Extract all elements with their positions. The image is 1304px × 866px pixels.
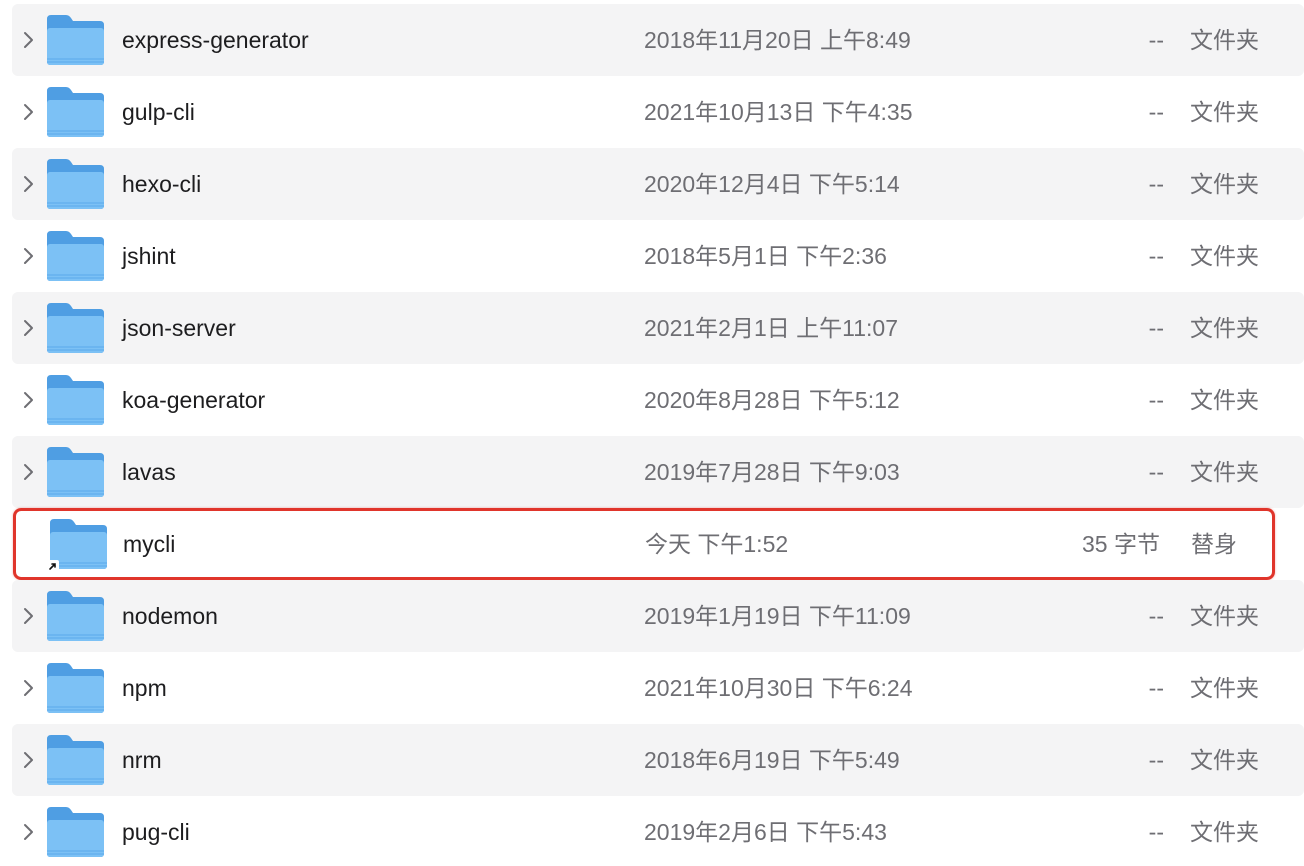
file-kind: 文件夹 [1190, 675, 1259, 701]
folder-icon [47, 735, 104, 785]
file-row-json-server[interactable]: json-server 2021年2月1日 上午11:07 -- 文件夹 [12, 292, 1304, 364]
file-name: nrm [122, 747, 162, 773]
file-name: gulp-cli [122, 99, 195, 125]
file-size: -- [1148, 459, 1164, 485]
folder-icon [47, 663, 104, 713]
folder-icon [47, 303, 104, 353]
file-size: -- [1148, 27, 1164, 53]
file-kind: 文件夹 [1190, 27, 1259, 53]
folder-icon [47, 375, 104, 425]
disclosure-chevron-icon[interactable] [22, 30, 36, 50]
disclosure-chevron-icon[interactable] [22, 390, 36, 410]
file-row-npm[interactable]: npm 2021年10月30日 下午6:24 -- 文件夹 [12, 652, 1304, 724]
file-row-express-generator[interactable]: express-generator 2018年11月20日 上午8:49 -- 文件夹 [12, 4, 1304, 76]
file-name: express-generator [122, 27, 309, 53]
disclosure-chevron-icon[interactable] [22, 246, 36, 266]
alias-arrow-icon [47, 560, 59, 572]
disclosure-chevron-icon[interactable] [22, 678, 36, 698]
folder-icon [47, 15, 104, 65]
file-kind: 文件夹 [1190, 603, 1259, 629]
file-name: koa-generator [122, 387, 266, 413]
file-name: pug-cli [122, 819, 190, 845]
folder-icon [47, 159, 104, 209]
file-size: -- [1148, 315, 1164, 341]
file-date-modified: 2020年12月4日 下午5:14 [644, 171, 900, 197]
file-date-modified: 2018年6月19日 下午5:49 [644, 747, 900, 773]
file-row-mycli[interactable]: mycli 今天 下午1:52 35 字节 替身 [13, 508, 1275, 580]
file-kind: 文件夹 [1190, 99, 1259, 125]
file-date-modified: 2018年11月20日 上午8:49 [644, 27, 911, 53]
file-date-modified: 2018年5月1日 下午2:36 [644, 243, 887, 269]
file-kind: 文件夹 [1190, 243, 1259, 269]
file-kind: 文件夹 [1190, 747, 1259, 773]
finder-file-list: express-generator 2018年11月20日 上午8:49 -- 文件夹… [0, 0, 1304, 866]
file-size: -- [1148, 819, 1164, 845]
disclosure-chevron-icon[interactable] [22, 102, 36, 122]
folder-icon [47, 807, 104, 857]
file-size: 35 字节 [1082, 531, 1160, 557]
file-kind: 文件夹 [1190, 819, 1259, 845]
disclosure-chevron-icon[interactable] [22, 606, 36, 626]
file-size: -- [1148, 243, 1164, 269]
file-kind: 文件夹 [1190, 315, 1259, 341]
file-size: -- [1148, 171, 1164, 197]
file-name: mycli [123, 531, 176, 557]
file-row-jshint[interactable]: jshint 2018年5月1日 下午2:36 -- 文件夹 [12, 220, 1304, 292]
file-row-koa-generator[interactable]: koa-generator 2020年8月28日 下午5:12 -- 文件夹 [12, 364, 1304, 436]
file-size: -- [1148, 603, 1164, 629]
file-size: -- [1148, 99, 1164, 125]
file-kind: 文件夹 [1190, 387, 1259, 413]
file-size: -- [1148, 675, 1164, 701]
disclosure-chevron-icon[interactable] [22, 750, 36, 770]
file-date-modified: 今天 下午1:52 [645, 531, 789, 557]
file-name: jshint [122, 243, 176, 269]
file-kind: 文件夹 [1190, 171, 1259, 197]
disclosure-chevron-icon[interactable] [22, 318, 36, 338]
folder-icon [47, 591, 104, 641]
file-size: -- [1148, 747, 1164, 773]
file-date-modified: 2020年8月28日 下午5:12 [644, 387, 900, 413]
disclosure-chevron-icon[interactable] [22, 174, 36, 194]
file-date-modified: 2019年2月6日 下午5:43 [644, 819, 887, 845]
file-row-hexo-cli[interactable]: hexo-cli 2020年12月4日 下午5:14 -- 文件夹 [12, 148, 1304, 220]
folder-icon [47, 231, 104, 281]
folder-icon [47, 447, 104, 497]
file-row-lavas[interactable]: lavas 2019年7月28日 下午9:03 -- 文件夹 [12, 436, 1304, 508]
file-row-gulp-cli[interactable]: gulp-cli 2021年10月13日 下午4:35 -- 文件夹 [12, 76, 1304, 148]
folder-icon [47, 87, 104, 137]
file-name: hexo-cli [122, 171, 202, 197]
disclosure-chevron-icon[interactable] [22, 462, 36, 482]
file-date-modified: 2021年10月30日 下午6:24 [644, 675, 913, 701]
file-name: lavas [122, 459, 176, 485]
file-date-modified: 2019年7月28日 下午9:03 [644, 459, 900, 485]
file-date-modified: 2021年2月1日 上午11:07 [644, 315, 898, 341]
file-name: json-server [122, 315, 236, 341]
file-row-pug-cli[interactable]: pug-cli 2019年2月6日 下午5:43 -- 文件夹 [12, 796, 1304, 866]
file-date-modified: 2019年1月19日 下午11:09 [644, 603, 911, 629]
file-date-modified: 2021年10月13日 下午4:35 [644, 99, 913, 125]
file-row-nrm[interactable]: nrm 2018年6月19日 下午5:49 -- 文件夹 [12, 724, 1304, 796]
disclosure-chevron-icon[interactable] [22, 822, 36, 842]
file-row-nodemon[interactable]: nodemon 2019年1月19日 下午11:09 -- 文件夹 [12, 580, 1304, 652]
file-name: nodemon [122, 603, 218, 629]
file-kind: 文件夹 [1190, 459, 1259, 485]
file-name: npm [122, 675, 167, 701]
file-size: -- [1148, 387, 1164, 413]
file-kind: 替身 [1191, 531, 1237, 557]
